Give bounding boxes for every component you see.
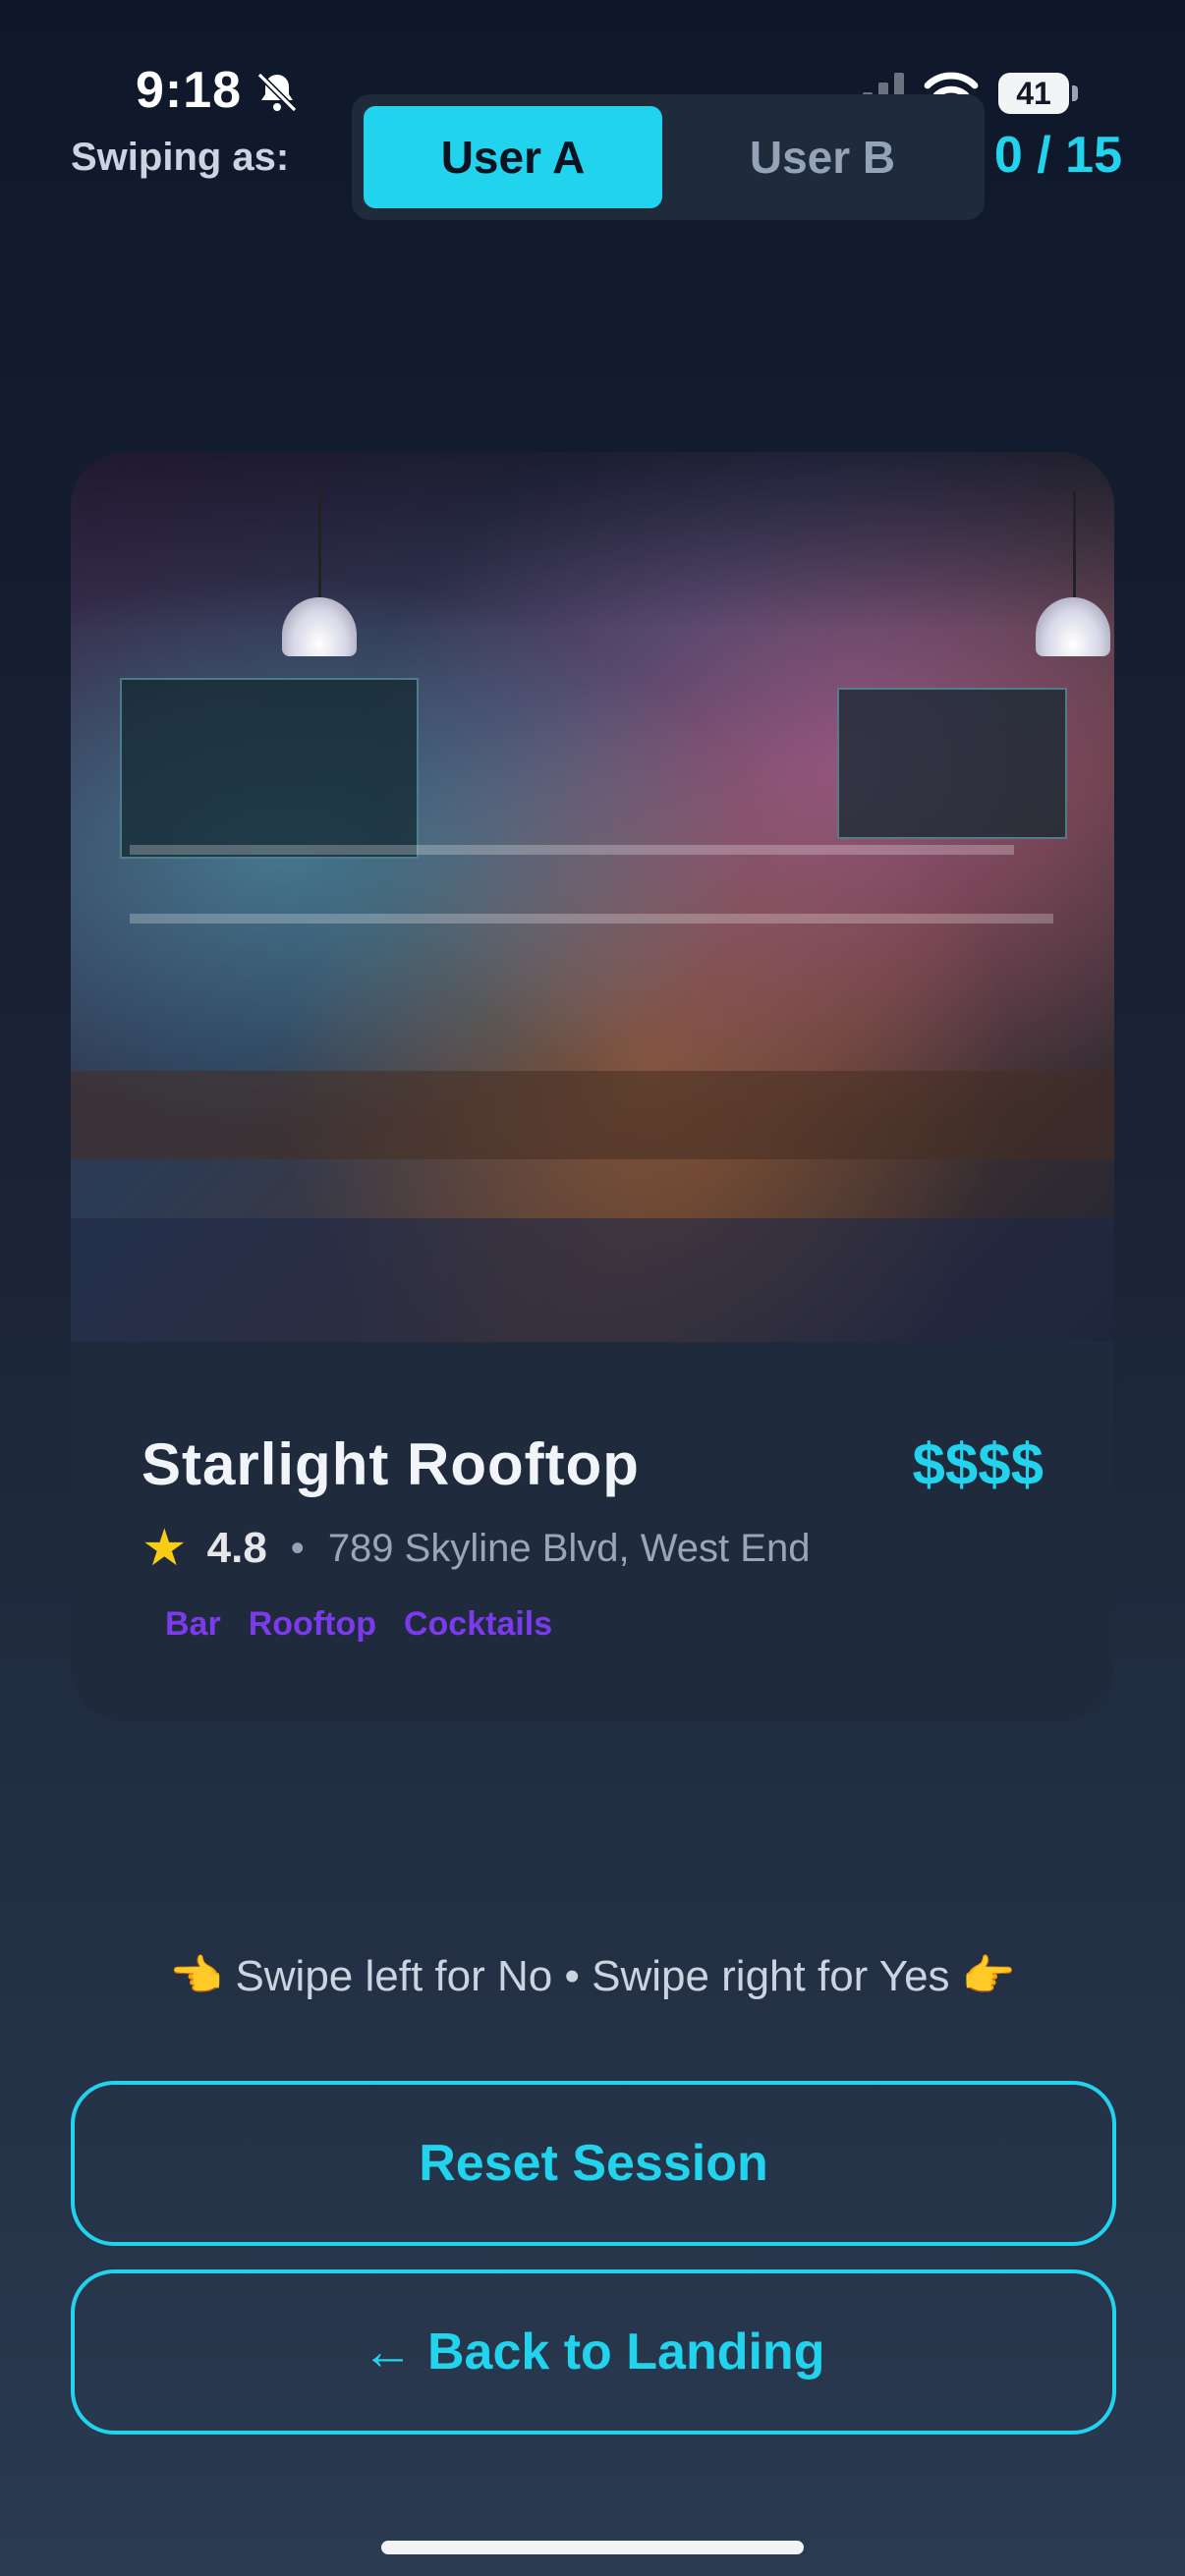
battery-nub (1072, 85, 1078, 101)
lamp-cord (1073, 491, 1076, 599)
swipe-counter: 0 / 15 (993, 127, 1122, 184)
tag-rooftop: Rooftop (248, 1605, 376, 1643)
bar-floor (71, 1218, 1114, 1342)
bar-shelf (130, 914, 1053, 924)
star-icon: ★ (141, 1520, 188, 1577)
bell-slash-icon (256, 72, 298, 113)
user-a-button[interactable]: User A (364, 106, 662, 208)
pendant-lamp (1036, 597, 1110, 656)
pointing-left-icon: 👈 (169, 1952, 224, 2000)
bar-counter (71, 1071, 1114, 1159)
swipe-hint-text: Swipe left for No • Swipe right for Yes (235, 1952, 950, 2000)
menu-board (120, 678, 419, 859)
tag-cocktails: Cocktails (403, 1605, 553, 1643)
venue-tags: Bar Rooftop Cocktails (165, 1605, 580, 1644)
bar-shelf (130, 845, 1014, 855)
venue-photo (71, 452, 1114, 1342)
venue-address: 789 Skyline Blvd, West End (327, 1526, 811, 1570)
swiping-as-label: Swiping as: (71, 136, 290, 179)
meta-separator: • (290, 1526, 305, 1570)
pointing-right-icon: 👉 (961, 1952, 1016, 2000)
reset-session-button[interactable]: Reset Session (71, 2081, 1116, 2246)
battery-icon: 41 (998, 73, 1079, 114)
pendant-lamp (282, 597, 357, 656)
venue-rating: 4.8 (206, 1524, 267, 1572)
back-to-landing-button[interactable]: ← Back to Landing (71, 2269, 1116, 2435)
swipe-hint: 👈 Swipe left for No • Swipe right for Ye… (0, 1950, 1185, 2001)
venue-card[interactable]: Starlight Rooftop $$$$ ★ 4.8 • 789 Skyli… (71, 452, 1114, 1721)
user-toggle: User A User B (352, 94, 985, 220)
status-time: 9:18 (136, 62, 243, 119)
home-indicator[interactable] (381, 2541, 804, 2554)
venue-meta: ★ 4.8 • 789 Skyline Blvd, West End (141, 1519, 810, 1578)
venue-name: Starlight Rooftop (141, 1431, 640, 1497)
venue-price: $$$$ (912, 1431, 1044, 1497)
tag-bar: Bar (165, 1605, 221, 1643)
lamp-cord (318, 491, 321, 599)
battery-level: 41 (1016, 76, 1051, 111)
menu-board (837, 688, 1067, 839)
user-b-button[interactable]: User B (672, 106, 973, 208)
venue-info: Starlight Rooftop $$$$ ★ 4.8 • 789 Skyli… (71, 1342, 1114, 1721)
